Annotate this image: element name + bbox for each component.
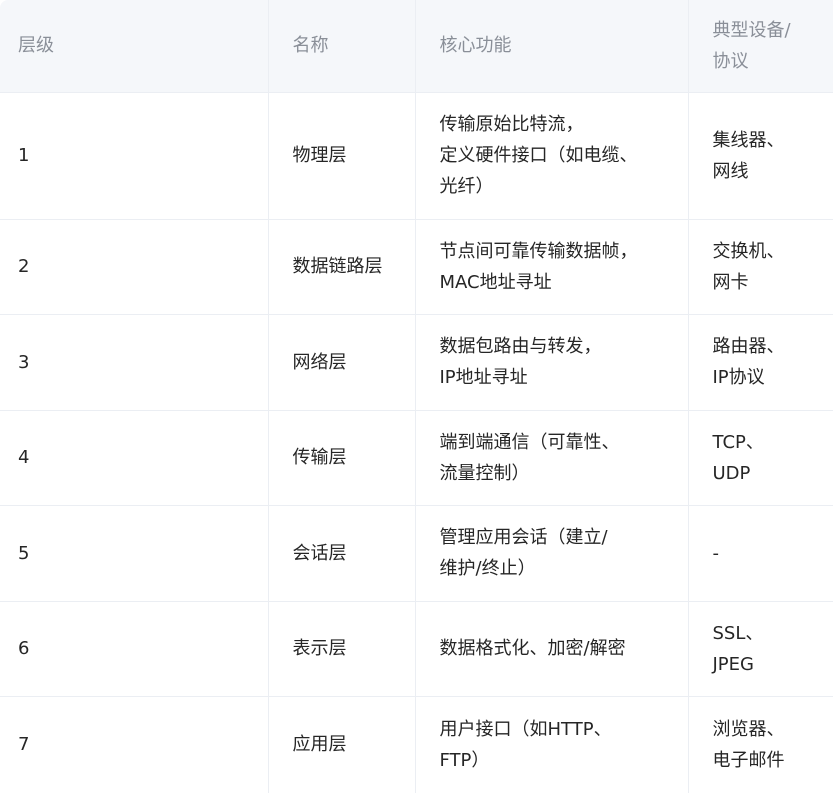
cell-level: 5 [0, 505, 269, 602]
osi-model-table: 层级 名称 核心功能 典型设备/ 协议 1 物理层 传输原始比特流， 定义硬件接… [0, 0, 833, 793]
cell-devices: 交换机、 网卡 [688, 219, 833, 315]
cell-name: 网络层 [268, 314, 416, 411]
cell-level: 6 [0, 601, 269, 697]
table-row: 5 会话层 管理应用会话（建立/ 维护/终止） - [0, 505, 833, 602]
cell-devices: - [688, 505, 833, 602]
table-row: 2 数据链路层 节点间可靠传输数据帧， MAC地址寻址 交换机、 网卡 [0, 219, 833, 315]
cell-name: 会话层 [268, 505, 416, 602]
cell-level: 1 [0, 92, 269, 220]
cell-name: 表示层 [268, 601, 416, 697]
cell-name: 物理层 [268, 92, 416, 220]
cell-function: 数据格式化、加密/解密 [415, 601, 689, 697]
cell-devices: SSL、 JPEG [688, 601, 833, 697]
table-header-row: 层级 名称 核心功能 典型设备/ 协议 [0, 0, 833, 93]
cell-function: 用户接口（如HTTP、 FTP） [415, 696, 689, 793]
table-row: 7 应用层 用户接口（如HTTP、 FTP） 浏览器、 电子邮件 [0, 696, 833, 793]
cell-name: 传输层 [268, 410, 416, 506]
cell-function: 端到端通信（可靠性、 流量控制） [415, 410, 689, 506]
table-row: 1 物理层 传输原始比特流， 定义硬件接口（如电缆、 光纤） 集线器、 网线 [0, 92, 833, 220]
cell-function: 管理应用会话（建立/ 维护/终止） [415, 505, 689, 602]
osi-model-table-container: 层级 名称 核心功能 典型设备/ 协议 1 物理层 传输原始比特流， 定义硬件接… [0, 0, 833, 793]
cell-level: 7 [0, 696, 269, 793]
cell-function: 传输原始比特流， 定义硬件接口（如电缆、 光纤） [415, 92, 689, 220]
table-row: 6 表示层 数据格式化、加密/解密 SSL、 JPEG [0, 601, 833, 697]
cell-devices: 集线器、 网线 [688, 92, 833, 220]
table-row: 3 网络层 数据包路由与转发， IP地址寻址 路由器、 IP协议 [0, 314, 833, 411]
cell-function: 节点间可靠传输数据帧， MAC地址寻址 [415, 219, 689, 315]
cell-name: 数据链路层 [268, 219, 416, 315]
cell-devices: TCP、 UDP [688, 410, 833, 506]
header-devices-protocols: 典型设备/ 协议 [688, 0, 833, 93]
cell-name: 应用层 [268, 696, 416, 793]
header-core-function: 核心功能 [415, 0, 689, 93]
cell-level: 3 [0, 314, 269, 411]
header-level: 层级 [0, 0, 269, 93]
cell-level: 4 [0, 410, 269, 506]
table-row: 4 传输层 端到端通信（可靠性、 流量控制） TCP、 UDP [0, 410, 833, 506]
cell-level: 2 [0, 219, 269, 315]
cell-devices: 浏览器、 电子邮件 [688, 696, 833, 793]
header-name: 名称 [268, 0, 416, 93]
cell-devices: 路由器、 IP协议 [688, 314, 833, 411]
cell-function: 数据包路由与转发， IP地址寻址 [415, 314, 689, 411]
